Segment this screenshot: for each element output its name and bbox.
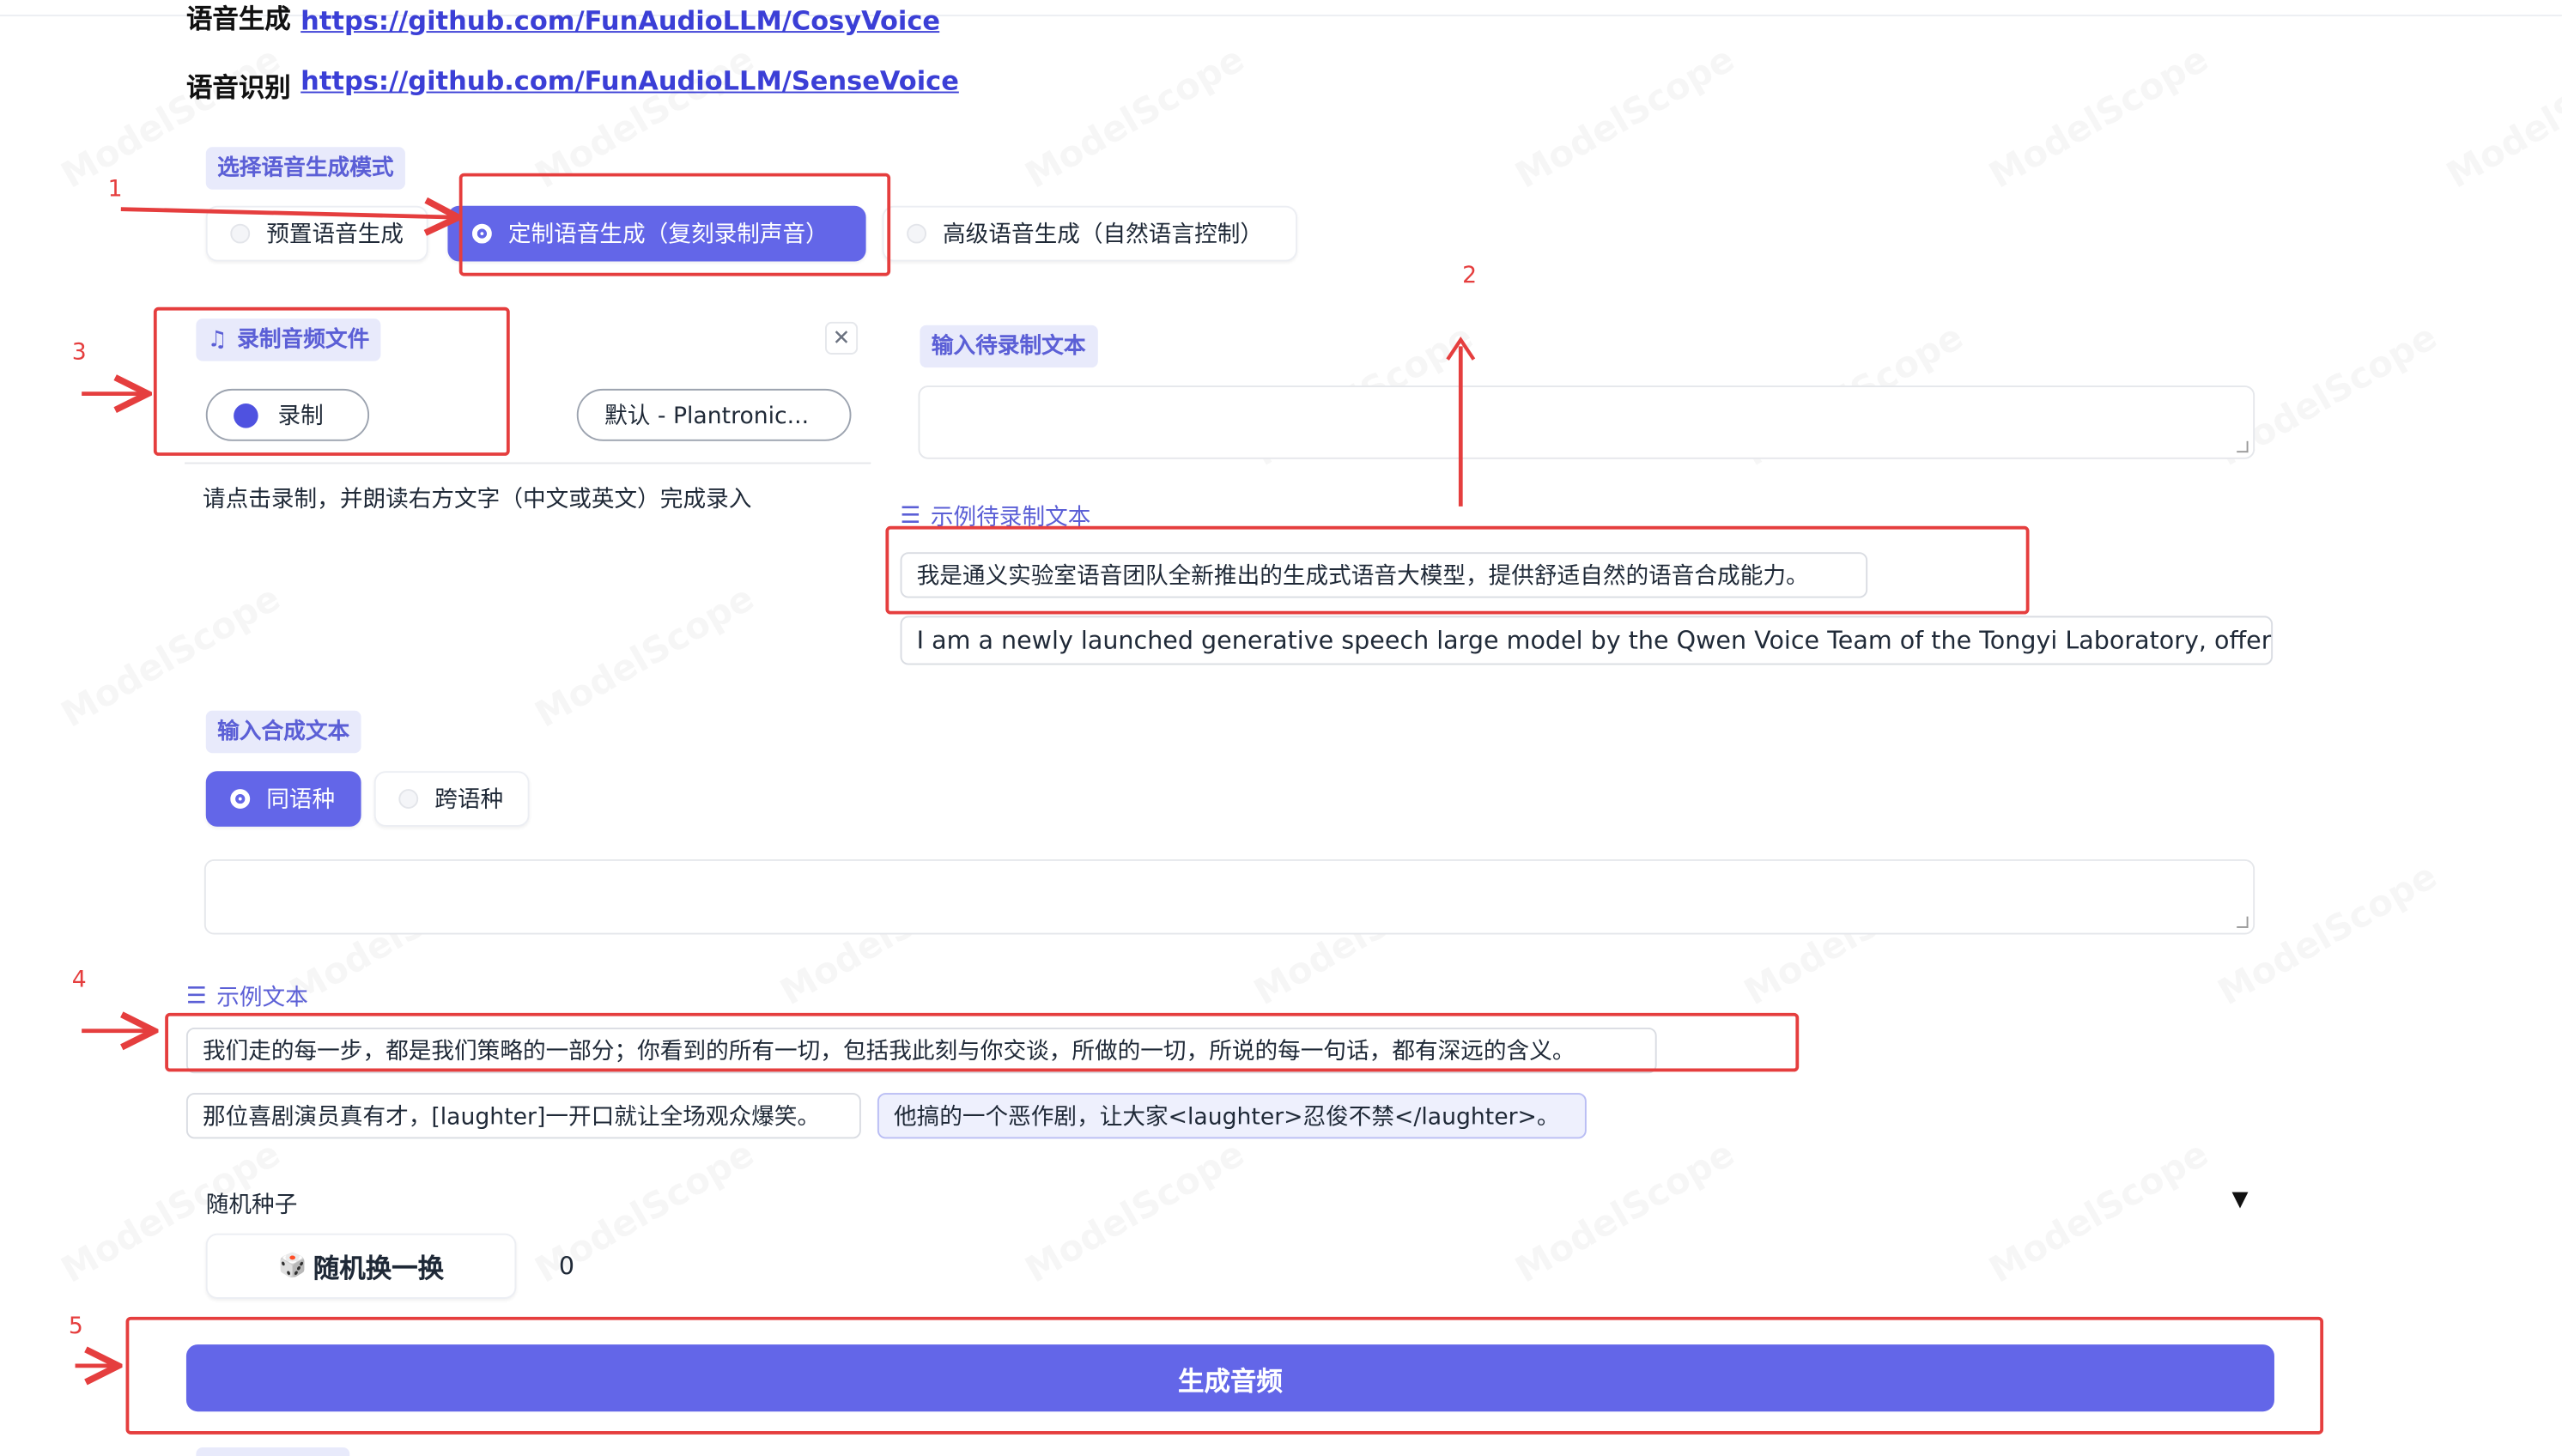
arrow-1 xyxy=(120,209,454,218)
page: ModelScope ModelScope ModelScope ModelSc… xyxy=(0,0,2562,1456)
next-section-label xyxy=(196,1447,350,1456)
annotation-arrows xyxy=(75,0,1476,1386)
